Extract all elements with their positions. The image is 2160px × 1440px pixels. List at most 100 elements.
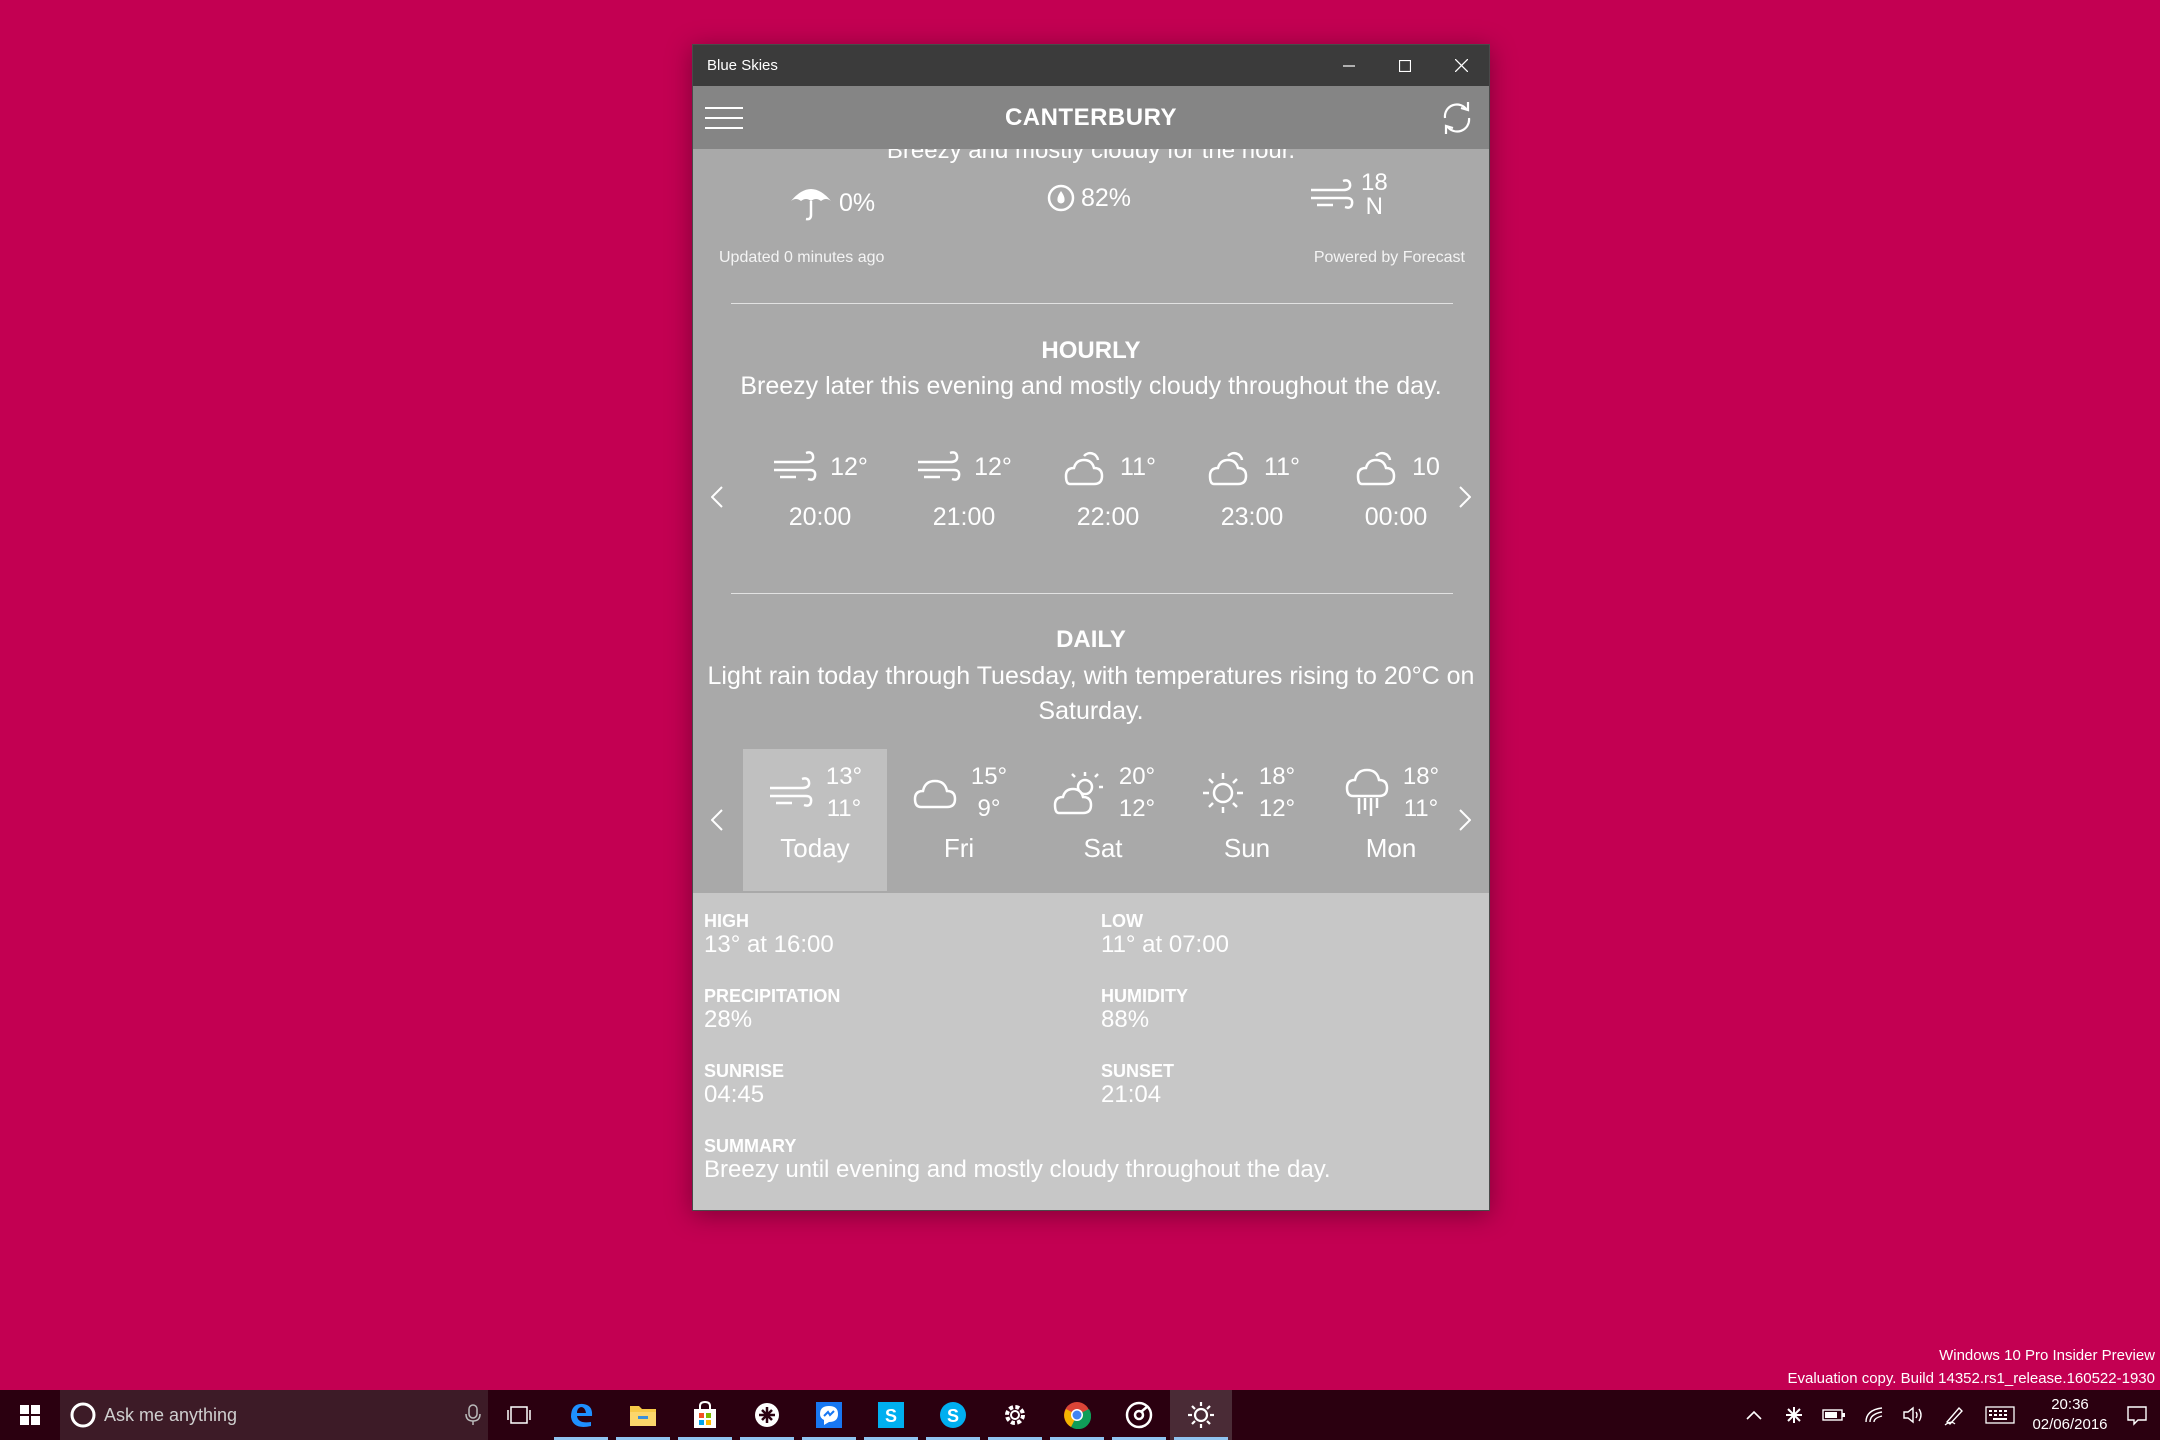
precip-stat: 0% <box>789 183 875 223</box>
divider <box>731 303 1453 304</box>
daily-title: DAILY <box>1056 626 1126 653</box>
notification-icon <box>2127 1406 2147 1426</box>
title-bar[interactable]: Blue Skies <box>693 45 1489 86</box>
hourly-time: 23:00 <box>1220 503 1284 531</box>
taskbar-app-settings[interactable] <box>984 1390 1046 1440</box>
battery-button[interactable] <box>1814 1390 1854 1440</box>
partly-cloudy-icon <box>1064 451 1104 486</box>
partly-cloudy-icon <box>1356 451 1396 486</box>
detail-sunrise: SUNRISE 04:45 <box>704 1061 784 1108</box>
cloud-icon <box>913 779 957 809</box>
volume-icon <box>1903 1406 1922 1424</box>
taskbar-app-weather[interactable] <box>1170 1390 1232 1440</box>
detail-sunset: SUNSET 21:04 <box>1101 1061 1174 1108</box>
hourly-prev-button[interactable] <box>705 481 729 513</box>
forecast-scroll-area[interactable]: Breezy and mostly cloudy for the hour. 0… <box>693 149 1489 894</box>
chevron-up-icon <box>1746 1410 1762 1420</box>
detail-value: 88% <box>1101 1006 1150 1033</box>
wifi-icon <box>1865 1407 1883 1423</box>
daily-prev-button[interactable] <box>705 804 729 836</box>
svg-text:S: S <box>885 1406 897 1426</box>
taskbar-app-file-explorer[interactable] <box>612 1390 674 1440</box>
pen-icon <box>1944 1406 1963 1426</box>
taskbar-app-messenger[interactable] <box>798 1390 860 1440</box>
volume-button[interactable] <box>1894 1390 1934 1440</box>
detail-label: LOW <box>1101 911 1143 931</box>
updated-text: Updated 0 minutes ago <box>719 249 885 266</box>
hourly-time: 21:00 <box>932 503 996 531</box>
wind-icon <box>769 777 813 807</box>
touch-keyboard-button[interactable] <box>1974 1390 2026 1440</box>
action-center-button[interactable] <box>2114 1390 2160 1440</box>
microphone-icon[interactable] <box>458 1403 488 1427</box>
taskbar-app-edge[interactable] <box>550 1390 612 1440</box>
edge-icon <box>571 1403 593 1427</box>
daily-high: 18° <box>1402 763 1440 790</box>
close-button[interactable] <box>1433 45 1489 86</box>
taskbar-app-groove[interactable] <box>1108 1390 1170 1440</box>
start-button[interactable] <box>0 1390 60 1440</box>
daily-low: 12° <box>1118 795 1156 822</box>
show-hidden-icons-button[interactable] <box>1734 1390 1774 1440</box>
taskbar-app-store[interactable] <box>674 1390 736 1440</box>
detail-value: 04:45 <box>704 1081 765 1108</box>
daily-day: Today <box>780 833 850 863</box>
clock-date: 02/06/2016 <box>2032 1416 2108 1433</box>
wind-icon <box>1311 179 1354 209</box>
minimize-button[interactable] <box>1321 45 1377 86</box>
messenger-icon <box>816 1402 842 1428</box>
daily-item[interactable]: 15° 9° Fri <box>887 749 1031 891</box>
umbrella-icon <box>791 189 831 221</box>
wind-direction: N <box>1365 193 1384 220</box>
hourly-item[interactable]: 12° 20:00 <box>755 443 885 532</box>
taskbar-app-generic[interactable] <box>736 1390 798 1440</box>
daily-item-selected[interactable]: 13° 11° Today <box>743 749 887 891</box>
daily-high: 15° <box>970 763 1008 790</box>
refresh-icon[interactable] <box>1437 98 1477 138</box>
taskbar-app-skype[interactable]: S <box>860 1390 922 1440</box>
hourly-time: 00:00 <box>1364 503 1428 531</box>
hourly-item[interactable]: 11° 22:00 <box>1043 443 1173 532</box>
hourly-item[interactable]: 11° 23:00 <box>1187 443 1317 532</box>
network-button[interactable] <box>1854 1390 1894 1440</box>
hourly-time: 22:00 <box>1076 503 1140 531</box>
hourly-item[interactable]: 10 00:00 <box>1331 443 1461 532</box>
daily-low: 9° <box>977 795 1001 822</box>
daily-low: 12° <box>1258 795 1296 822</box>
hourly-temp: 11° <box>1120 452 1156 481</box>
hourly-temp: 11° <box>1264 452 1300 481</box>
daily-item[interactable]: 20° 12° Sat <box>1031 749 1175 891</box>
maximize-button[interactable] <box>1377 45 1433 86</box>
search-placeholder: Ask me anything <box>104 1404 238 1425</box>
hourly-item[interactable]: 12° 21:00 <box>899 443 1029 532</box>
cortana-icon <box>70 1402 96 1428</box>
chrome-icon <box>1064 1402 1091 1429</box>
detail-label: SUNSET <box>1101 1061 1175 1081</box>
chevron-left-icon <box>711 809 723 831</box>
taskbar-app-skype-preview[interactable]: S <box>922 1390 984 1440</box>
partly-sunny-icon <box>1053 772 1103 815</box>
hamburger-icon[interactable] <box>705 102 745 134</box>
daily-day: Sun <box>1223 833 1271 863</box>
wind-stat: 18 N <box>1309 171 1388 219</box>
detail-precipitation: PRECIPITATION 28% <box>704 986 840 1033</box>
daily-item[interactable]: 18° 12° Sun <box>1175 749 1319 891</box>
keyboard-icon <box>1985 1406 2015 1424</box>
task-view-button[interactable] <box>488 1390 550 1440</box>
clock-time: 20:36 <box>2051 1396 2089 1413</box>
search-box[interactable]: Ask me anything <box>60 1390 488 1440</box>
tray-app-button[interactable] <box>1774 1390 1814 1440</box>
chevron-left-icon <box>711 486 723 508</box>
app-icon <box>755 1403 779 1427</box>
powered-by-link[interactable]: Powered by Forecast <box>1314 249 1465 267</box>
detail-summary: SUMMARY Breezy until evening and mostly … <box>704 1136 1478 1183</box>
daily-item[interactable]: 18° 11° Mon <box>1319 749 1463 891</box>
taskbar-app-chrome[interactable] <box>1046 1390 1108 1440</box>
clock[interactable]: 20:36 02/06/2016 <box>2026 1395 2114 1435</box>
pen-workspace-button[interactable] <box>1934 1390 1974 1440</box>
detail-value: 11° at 07:00 <box>1101 931 1229 958</box>
detail-humidity: HUMIDITY 88% <box>1101 986 1188 1033</box>
hourly-title: HOURLY <box>1041 337 1141 364</box>
battery-icon <box>1822 1409 1845 1421</box>
watermark-line: Windows 10 Pro Insider Preview <box>1939 1347 2155 1364</box>
